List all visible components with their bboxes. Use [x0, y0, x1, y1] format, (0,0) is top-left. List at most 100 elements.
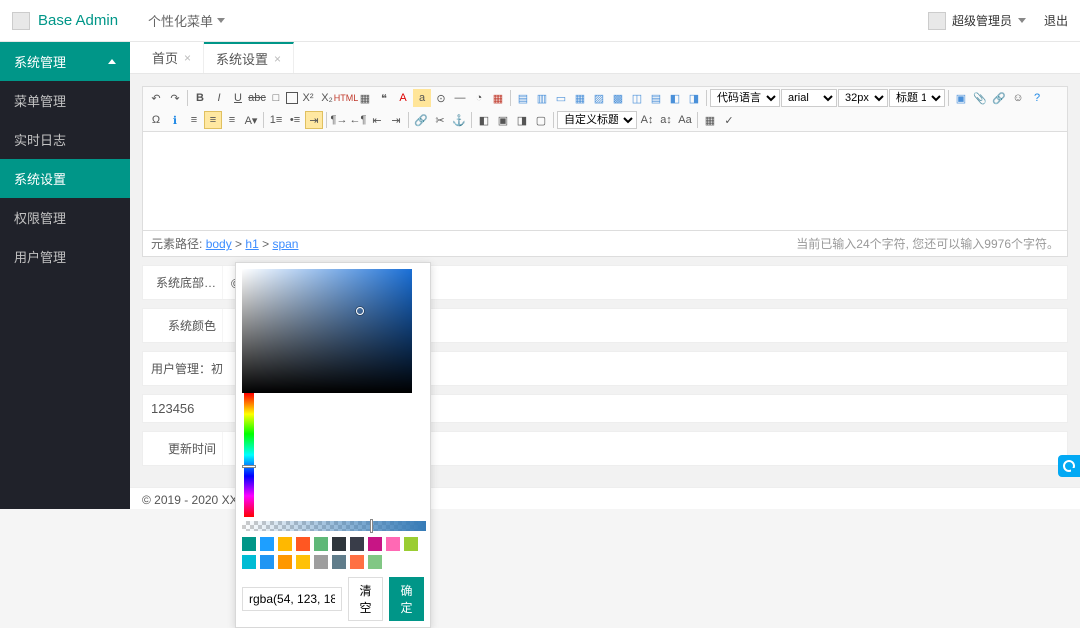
path-h1[interactable]: h1: [245, 237, 258, 251]
border-icon[interactable]: □: [267, 89, 285, 107]
swatch-4[interactable]: [314, 537, 328, 551]
personalize-menu[interactable]: 个性化菜单: [148, 11, 225, 30]
unordered-list-icon[interactable]: •≡: [286, 111, 304, 129]
path-body[interactable]: body: [206, 237, 232, 251]
swatch-16[interactable]: [350, 555, 364, 569]
swatch-8[interactable]: [386, 537, 400, 551]
merge-icon[interactable]: ▦: [571, 89, 589, 107]
font-size-select[interactable]: 32px: [838, 89, 888, 107]
ltr-icon[interactable]: ¶→: [330, 111, 348, 129]
superscript-icon[interactable]: X²: [299, 89, 317, 107]
swatch-17[interactable]: [368, 555, 382, 569]
swatch-6[interactable]: [350, 537, 364, 551]
swatch-2[interactable]: [278, 537, 292, 551]
table3-icon[interactable]: ▤: [647, 89, 665, 107]
attach-icon[interactable]: 📎: [971, 89, 989, 107]
ordered-list-icon[interactable]: 1≡: [267, 111, 285, 129]
anchor-icon[interactable]: ⊙: [432, 89, 450, 107]
clock-icon[interactable]: ◔: [470, 89, 488, 107]
sv-panel[interactable]: [242, 269, 412, 393]
sidebar-item-3[interactable]: 权限管理: [0, 198, 130, 237]
tab-1[interactable]: 系统设置×: [204, 42, 294, 73]
font-a-icon[interactable]: A▾: [242, 111, 260, 129]
undo-icon[interactable]: ↶: [147, 89, 165, 107]
box-icon[interactable]: [286, 92, 298, 104]
tab-0[interactable]: 首页×: [140, 42, 204, 73]
emoji-icon[interactable]: ☺: [1009, 89, 1027, 107]
code-lang-select[interactable]: 代码语言: [710, 89, 780, 107]
swatch-13[interactable]: [296, 555, 310, 569]
clear-icon[interactable]: —: [451, 89, 469, 107]
image-icon[interactable]: ▣: [952, 89, 970, 107]
help-float[interactable]: [1058, 455, 1080, 477]
quote-icon[interactable]: ❝: [375, 89, 393, 107]
align-right-icon[interactable]: ≡: [223, 111, 241, 129]
user-menu[interactable]: 超级管理员: [928, 12, 1026, 30]
align-center-icon[interactable]: ≡: [204, 111, 222, 129]
font-family-select[interactable]: arial: [781, 89, 837, 107]
italic-icon[interactable]: I: [210, 89, 228, 107]
insert-row-icon[interactable]: ▤: [514, 89, 532, 107]
info-icon[interactable]: ℹ: [166, 111, 184, 129]
img-none-icon[interactable]: ▢: [532, 111, 550, 129]
sidebar-item-0[interactable]: 菜单管理: [0, 81, 130, 120]
custom-title-select[interactable]: 自定义标题: [557, 111, 637, 129]
sidebar-header[interactable]: 系统管理: [0, 42, 130, 81]
close-icon[interactable]: ×: [184, 51, 191, 65]
lowercase-icon[interactable]: a↕: [657, 111, 675, 129]
anchor2-icon[interactable]: ⚓: [450, 111, 468, 129]
table-insert-icon[interactable]: ▦: [701, 111, 719, 129]
color-value-input[interactable]: [242, 587, 342, 611]
swatch-5[interactable]: [332, 537, 346, 551]
sidebar-item-4[interactable]: 用户管理: [0, 237, 130, 276]
hue-slider[interactable]: [244, 393, 254, 517]
underline-icon[interactable]: U: [229, 89, 247, 107]
align-left-icon[interactable]: ≡: [185, 111, 203, 129]
swatch-7[interactable]: [368, 537, 382, 551]
forecolor-icon[interactable]: A: [394, 89, 412, 107]
swatch-3[interactable]: [296, 537, 310, 551]
close-icon[interactable]: ×: [274, 52, 281, 66]
swatch-0[interactable]: [242, 537, 256, 551]
insert-col-icon[interactable]: ▥: [533, 89, 551, 107]
omega-icon[interactable]: Ω: [147, 111, 165, 129]
uppercase-icon[interactable]: A↕: [638, 111, 656, 129]
table4-icon[interactable]: ◧: [666, 89, 684, 107]
source-icon[interactable]: HTML: [337, 89, 355, 107]
img-left-icon[interactable]: ◧: [475, 111, 493, 129]
clear-button[interactable]: 清空: [348, 577, 383, 621]
format-brush-icon[interactable]: ▦: [356, 89, 374, 107]
editor-content[interactable]: [143, 132, 1067, 230]
swatch-9[interactable]: [404, 537, 418, 551]
table-icon[interactable]: ▩: [609, 89, 627, 107]
path-span[interactable]: span: [272, 237, 298, 251]
swatch-1[interactable]: [260, 537, 274, 551]
swatch-15[interactable]: [332, 555, 346, 569]
indent-icon[interactable]: ⇥: [305, 111, 323, 129]
table2-icon[interactable]: ◫: [628, 89, 646, 107]
sidebar-item-1[interactable]: 实时日志: [0, 120, 130, 159]
indent-more-icon[interactable]: ⇥: [387, 111, 405, 129]
strike-icon[interactable]: abc: [248, 89, 266, 107]
calendar-icon[interactable]: ▦: [489, 89, 507, 107]
img-right-icon[interactable]: ◨: [513, 111, 531, 129]
logout-link[interactable]: 退出: [1044, 12, 1068, 29]
swatch-12[interactable]: [278, 555, 292, 569]
img-center-icon[interactable]: ▣: [494, 111, 512, 129]
split-icon[interactable]: ▨: [590, 89, 608, 107]
table5-icon[interactable]: ◨: [685, 89, 703, 107]
spellcheck-icon[interactable]: ✓: [720, 111, 738, 129]
unlink-icon[interactable]: ✂: [431, 111, 449, 129]
alpha-slider[interactable]: [242, 521, 426, 531]
indent-less-icon[interactable]: ⇤: [368, 111, 386, 129]
redo-icon[interactable]: ↷: [166, 89, 184, 107]
swatch-10[interactable]: [242, 555, 256, 569]
brand[interactable]: Base Admin: [12, 12, 118, 30]
sidebar-item-2[interactable]: 系统设置: [0, 159, 130, 198]
bold-icon[interactable]: B: [191, 89, 209, 107]
case-icon[interactable]: Aa: [676, 111, 694, 129]
confirm-button[interactable]: 确定: [389, 577, 424, 621]
del-row-icon[interactable]: ▭: [552, 89, 570, 107]
help-icon[interactable]: ?: [1028, 89, 1046, 107]
swatch-14[interactable]: [314, 555, 328, 569]
